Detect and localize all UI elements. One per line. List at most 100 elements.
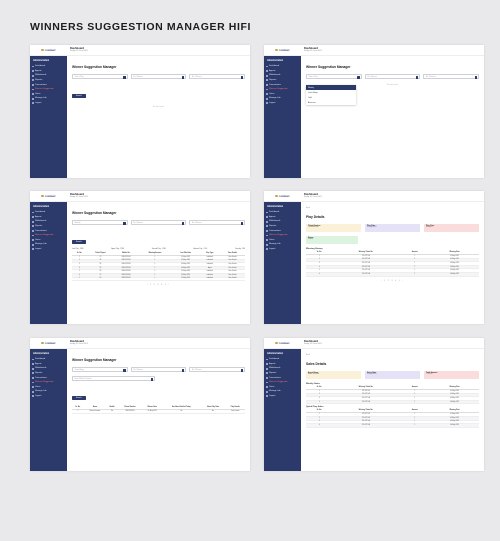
topbar-date: Friday, 02 June 2023 <box>304 196 322 198</box>
summary-item: Quantity : 286 <box>235 249 245 250</box>
logo: COMPANY <box>30 338 67 349</box>
data-table: Sr. No. Name Mobile Phone Number Winner Date… <box>72 406 245 414</box>
table-cell: 07-May-2023 <box>171 277 200 282</box>
table-cell: 6 <box>306 272 333 277</box>
logo: COMPANY <box>264 45 301 56</box>
sidebar: Administration Dashboard Agents Withdrawals… <box>30 56 67 178</box>
topbar-date: Friday, 02 June 2023 <box>70 343 88 345</box>
card-value: 01-May-2023 <box>367 227 377 229</box>
topbar: Dashboard Friday, 02 June 2023 <box>67 191 250 202</box>
filter-input[interactable]: No. Winners <box>189 74 246 79</box>
company-logo: COMPANY <box>41 342 56 344</box>
info-card: Agent Name Name Surname <box>306 371 361 379</box>
main-content: Winner Suggestion Manager Weekly No. Winne… <box>67 202 250 324</box>
table-cell: 7 <box>72 277 87 282</box>
sidebar: Administration Dashboard Agents Withdrawals… <box>264 349 301 471</box>
sidebar: Administration Dashboard Agents Withdrawals… <box>264 56 301 178</box>
topbar-date: Friday, 02 June 2023 <box>304 50 322 52</box>
table-cell[interactable]: View Details <box>225 409 245 414</box>
filter-input[interactable]: Quick Mega <box>72 367 128 372</box>
table-cell[interactable]: View Details <box>219 277 245 282</box>
sidebar-item-logout[interactable]: Logout <box>264 101 301 106</box>
filter-input[interactable]: No. Winners <box>130 220 187 225</box>
filter-input[interactable]: No. Winners <box>423 74 480 79</box>
table-cell: No <box>106 409 119 414</box>
info-cards: Status Winner <box>306 236 479 244</box>
topbar-date: Friday, 02 June 2023 <box>304 343 322 345</box>
table-cell: 04-May-2023 <box>430 400 479 405</box>
sidebar-item-logout[interactable]: Logout <box>30 101 67 106</box>
table-cell: 4 <box>306 400 333 405</box>
summary-item: Amount Pay : 2.6% <box>193 249 208 250</box>
table-cell: 06-May-2023 <box>430 272 479 277</box>
logo: COMPANY <box>30 191 67 202</box>
table-cell: 9845XXXX01 <box>118 409 143 414</box>
table-cell: 125 478 544 <box>332 423 400 428</box>
sidebar-item-logout[interactable]: Logout <box>264 247 301 252</box>
screen-sales-details: COMPANY Administration Dashboard Agents With… <box>264 338 484 471</box>
sidebar: Administration Dashboard Agents Withdrawals… <box>30 349 67 471</box>
topbar-date: Friday, 02 June 2023 <box>70 50 88 52</box>
filter-input[interactable]: No. Winners <box>130 74 187 79</box>
sidebar-item-logout[interactable]: Logout <box>30 394 67 399</box>
back-link[interactable]: Back <box>306 354 479 356</box>
company-logo: COMPANY <box>275 49 290 51</box>
info-card: Sales Date 01-May-2023 <box>365 371 420 379</box>
topbar: Dashboard Friday, 02 June 2023 <box>67 45 250 56</box>
back-link[interactable]: Back <box>306 207 479 209</box>
sidebar: Administration Dashboard Agents Withdrawals… <box>264 202 301 324</box>
info-card: Ticket Number 125486482856 <box>306 224 361 232</box>
sidebar-item-logout[interactable]: Logout <box>264 394 301 399</box>
data-table: Sr. No. Ticket Played Mobile No. Winning Am… <box>72 252 245 282</box>
table-cell: 20 <box>86 277 114 282</box>
main-content: Back Sales Details Agent Name Name Surname S… <box>301 349 484 471</box>
logo: COMPANY <box>264 191 301 202</box>
filter-input[interactable]: No. Winners <box>189 367 246 372</box>
dropdown-option[interactable]: Attractive <box>306 100 356 105</box>
topbar: Dashboard Friday, 02 June 2023 <box>301 191 484 202</box>
table-cell: 1 <box>399 400 431 405</box>
info-card: Total Amount 1,20,000 <box>424 371 479 379</box>
filter-row: Quick Mega No. Winners No. Winners <box>72 367 246 372</box>
card-value: 01-May-2023 <box>367 374 377 376</box>
search-button[interactable]: Search <box>72 93 86 99</box>
filter-row: Select Play No. Winners No. Winners <box>72 74 246 79</box>
filter-input[interactable]: No. Winners <box>189 220 246 225</box>
filter-input[interactable]: No. Winners <box>364 74 421 79</box>
table-cell: 1 <box>399 423 431 428</box>
table-cell: 125 478 546 <box>332 272 400 277</box>
mobile-input[interactable]: Enter Mobile Number <box>72 376 156 381</box>
summary-item: Last Play : 1286 <box>72 249 84 250</box>
info-card: Status Winner <box>306 236 358 244</box>
info-cards: Agent Name Name Surname Sales Date 01-May-2… <box>306 371 479 379</box>
play-dropdown[interactable]: Weekly Quick Mega Gold Attractive <box>306 85 356 105</box>
card-value: Winner <box>308 239 314 241</box>
filter-input[interactable]: No. Winners <box>130 367 187 372</box>
data-table: Sr. No. Winning Ticket No. Amount Winning D… <box>306 251 479 277</box>
table-cell: 4 <box>306 423 333 428</box>
info-card: Play Type Weekly <box>424 224 479 232</box>
search-button[interactable]: Search <box>72 239 86 245</box>
section-heading: Winner Suggestion Manager <box>72 358 117 362</box>
search-button[interactable]: Search <box>72 395 86 401</box>
company-logo: COMPANY <box>41 195 56 197</box>
sidebar-item-logout[interactable]: Logout <box>30 247 67 252</box>
info-cards: Ticket Number 125486482856 Play Date 01-May… <box>306 224 479 232</box>
filter-input[interactable]: Select Play <box>306 74 362 79</box>
data-table: Sr. No. Winning Ticket No. Amount Winning D… <box>306 386 479 405</box>
filter-input[interactable]: Select Play <box>72 74 128 79</box>
sub-heading: Quick Play Sales <box>306 406 324 409</box>
section-heading: Play Details <box>306 215 325 219</box>
table-row: 1 Name Surname No 9845XXXX01 01-May-2023 No No… <box>72 409 245 414</box>
pagination[interactable]: ‹ 1 2 3 4 5 › <box>306 280 479 282</box>
main-content: Winner Suggestion Manager Select Play No. … <box>67 56 250 178</box>
filter-input[interactable]: Weekly <box>72 220 128 225</box>
main-content: Back Play Details Ticket Number 12548648285… <box>301 202 484 324</box>
table-cell: Individual <box>199 277 220 282</box>
screen-search-dropdown: COMPANY Administration Dashboard Agents With… <box>264 45 484 178</box>
topbar: Dashboard Friday, 02 June 2023 <box>301 45 484 56</box>
pagination[interactable]: ‹ 1 2 3 4 5 › <box>72 284 245 286</box>
summary-item: Agent Play : 1286 <box>111 249 124 250</box>
sub-heading: Weekly Sales <box>306 383 320 385</box>
mobile-row: Enter Mobile Number <box>72 376 245 381</box>
